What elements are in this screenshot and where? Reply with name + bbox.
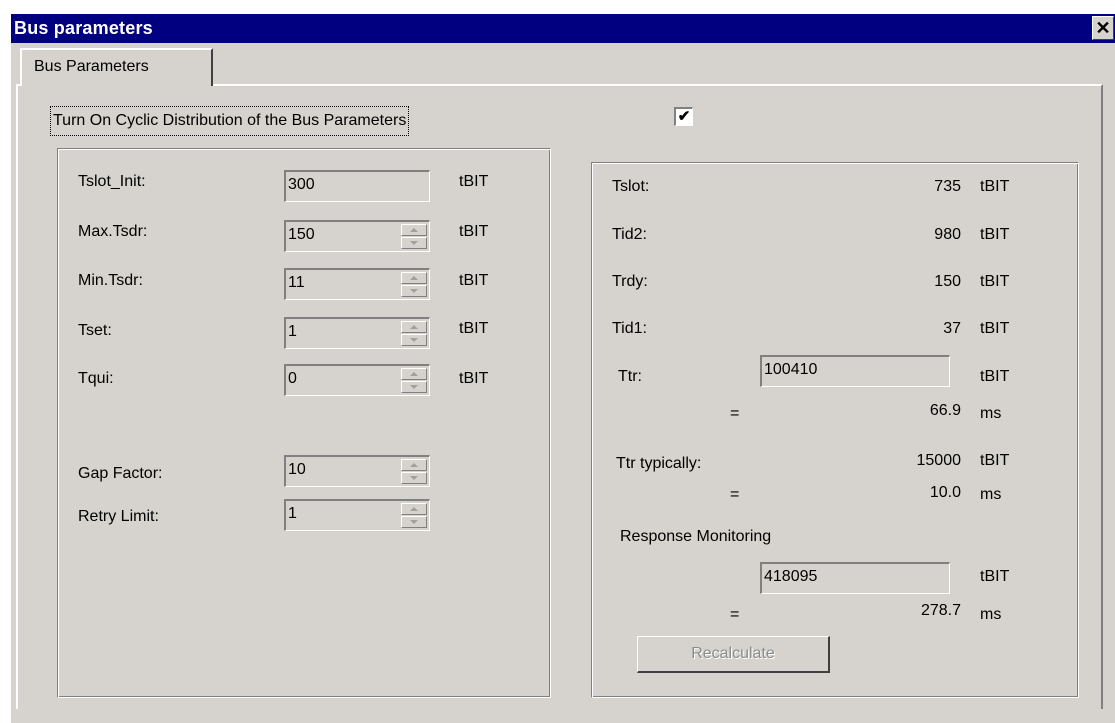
tab-label: Bus Parameters xyxy=(34,58,149,75)
tqui-label: Tqui: xyxy=(78,370,114,387)
spin-down-button[interactable] xyxy=(401,381,427,393)
tslot-unit: tBIT xyxy=(980,178,1010,195)
cyclic-distribution-checkbox[interactable]: ✔ xyxy=(674,107,693,126)
gap-factor-stepper[interactable]: 10 xyxy=(284,455,430,487)
title-bar[interactable]: Bus parameters ✕ xyxy=(11,14,1115,43)
spin-down-button[interactable] xyxy=(401,472,427,484)
max-tsdr-value: 150 xyxy=(288,226,315,243)
tslot-label: Tslot: xyxy=(612,178,650,195)
tqui-spin[interactable] xyxy=(401,368,427,393)
retry-limit-label: Retry Limit: xyxy=(78,508,159,525)
spin-up-button[interactable] xyxy=(401,321,427,333)
ttr-value: 100410 xyxy=(764,361,818,378)
min-tsdr-unit: tBIT xyxy=(459,272,489,289)
spin-up-button[interactable] xyxy=(401,459,427,471)
tset-value: 1 xyxy=(288,323,297,340)
response-ms-value: 278.7 xyxy=(920,602,961,619)
tslot-init-unit: tBIT xyxy=(459,173,489,190)
min-tsdr-value: 11 xyxy=(288,274,305,291)
trdy-value: 150 xyxy=(934,273,961,290)
ttr-unit: tBIT xyxy=(980,368,1010,385)
tset-label: Tset: xyxy=(78,322,112,339)
cyclic-distribution-label[interactable]: Turn On Cyclic Distribution of the Bus P… xyxy=(50,106,410,136)
ttr-typically-value: 15000 xyxy=(916,452,962,469)
gap-factor-value: 10 xyxy=(288,461,306,478)
retry-limit-stepper[interactable]: 1 xyxy=(284,499,430,531)
spin-up-button[interactable] xyxy=(401,503,427,515)
checkmark-icon: ✔ xyxy=(677,108,691,125)
ttr-typically-ms-value: 10.0 xyxy=(929,484,961,501)
trdy-unit: tBIT xyxy=(980,273,1010,290)
tset-spin[interactable] xyxy=(401,321,427,346)
tset-unit: tBIT xyxy=(459,320,489,337)
tslot-value: 735 xyxy=(934,178,961,195)
tid1-label: Tid1: xyxy=(612,320,647,337)
min-tsdr-spin[interactable] xyxy=(401,272,427,297)
ttr-typically-unit: tBIT xyxy=(980,452,1010,469)
spin-down-button[interactable] xyxy=(401,237,427,249)
spin-up-button[interactable] xyxy=(401,272,427,284)
spin-down-button[interactable] xyxy=(401,334,427,346)
response-monitoring-label: Response Monitoring xyxy=(620,528,772,545)
window-title: Bus parameters xyxy=(14,18,153,38)
ttr-equals: = xyxy=(730,405,740,422)
retry-limit-spin[interactable] xyxy=(401,503,427,528)
min-tsdr-stepper[interactable]: 11 xyxy=(284,268,430,300)
tid2-value: 980 xyxy=(934,226,961,243)
spin-up-button[interactable] xyxy=(401,368,427,380)
tqui-stepper[interactable]: 0 xyxy=(284,364,430,396)
tid2-label: Tid2: xyxy=(612,226,647,243)
response-equals: = xyxy=(730,606,740,623)
recalculate-button[interactable]: Recalculate xyxy=(637,636,830,673)
max-tsdr-spin[interactable] xyxy=(401,224,427,249)
ttr-typically-equals: = xyxy=(730,486,740,503)
ttr-typically-ms-unit: ms xyxy=(980,486,1002,503)
response-monitoring-field[interactable]: 418095 xyxy=(760,562,950,594)
close-button[interactable]: ✕ xyxy=(1092,16,1114,40)
max-tsdr-unit: tBIT xyxy=(459,223,489,240)
tid1-value: 37 xyxy=(943,320,961,337)
retry-limit-value: 1 xyxy=(288,505,297,522)
tslot-init-value: 300 xyxy=(288,176,315,193)
tqui-value: 0 xyxy=(288,370,297,387)
max-tsdr-label: Max.Tsdr: xyxy=(78,223,148,240)
ttr-field[interactable]: 100410 xyxy=(760,355,950,387)
spin-down-button[interactable] xyxy=(401,516,427,528)
gap-factor-label: Gap Factor: xyxy=(78,465,163,482)
tslot-init-label: Tslot_Init: xyxy=(78,173,146,190)
ttr-typically-label: Ttr typically: xyxy=(616,455,702,472)
min-tsdr-label: Min.Tsdr: xyxy=(78,272,143,289)
response-monitoring-unit: tBIT xyxy=(980,568,1010,585)
close-icon: ✕ xyxy=(1095,18,1111,38)
spin-up-button[interactable] xyxy=(401,224,427,236)
ttr-ms-unit: ms xyxy=(980,405,1002,422)
tid1-unit: tBIT xyxy=(980,320,1010,337)
response-monitoring-value: 418095 xyxy=(764,568,818,585)
response-ms-unit: ms xyxy=(980,606,1002,623)
tslot-init-field[interactable]: 300 xyxy=(284,170,430,202)
spin-down-button[interactable] xyxy=(401,285,427,297)
tab-bus-parameters[interactable]: Bus Parameters xyxy=(20,48,213,86)
gap-factor-spin[interactable] xyxy=(401,459,427,484)
trdy-label: Trdy: xyxy=(612,273,648,290)
tset-stepper[interactable]: 1 xyxy=(284,317,430,349)
ttr-label: Ttr: xyxy=(618,368,642,385)
tqui-unit: tBIT xyxy=(459,370,489,387)
ttr-ms-value: 66.9 xyxy=(929,402,961,419)
tid2-unit: tBIT xyxy=(980,226,1010,243)
max-tsdr-stepper[interactable]: 150 xyxy=(284,220,430,252)
